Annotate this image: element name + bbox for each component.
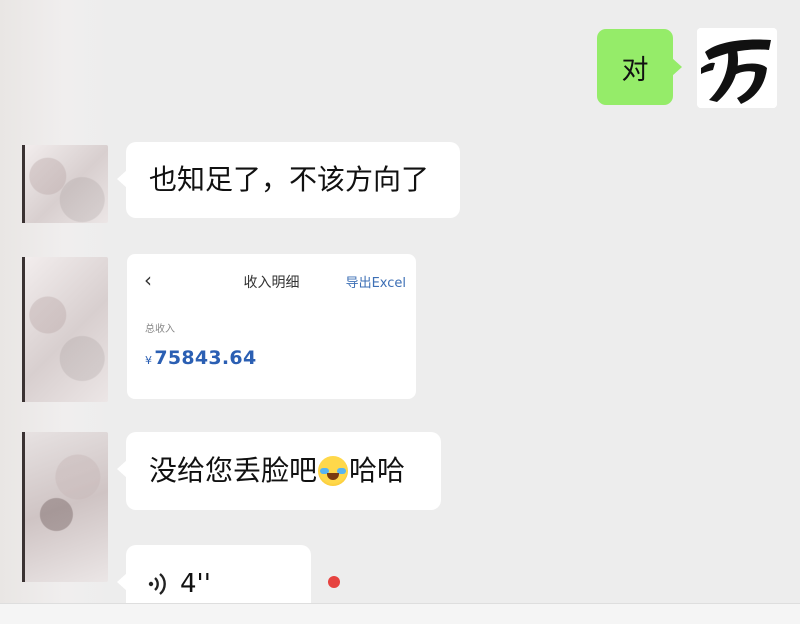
received-message-bubble[interactable]: 没给您丢脸吧 哈哈 [117,432,441,510]
sender-avatar[interactable] [22,257,108,402]
currency-symbol: ¥ [145,354,153,367]
total-income-label: 总收入 [145,324,175,335]
input-bar-edge [0,603,800,624]
message-text: 对 [621,54,649,86]
sender-avatar[interactable] [22,145,108,223]
total-income-amount: ¥75843.64 [145,347,256,369]
tears-of-joy-emoji-icon [318,456,349,486]
export-excel-link: 导出Excel [345,276,406,291]
received-message-bubble[interactable]: 也知足了，不该方向了 [117,142,460,218]
message-text: 没给您丢脸吧 [149,454,318,487]
unread-indicator [328,576,340,588]
calligraphy-avatar-image [697,28,777,108]
sender-avatar[interactable] [22,432,108,582]
voice-wave-icon [148,572,166,596]
amount-value: 75843.64 [154,347,257,369]
my-avatar[interactable] [697,28,777,108]
voice-duration: 4'' [180,569,211,599]
sent-message-bubble[interactable]: 对 [597,29,682,105]
message-text: 哈哈 [349,454,406,487]
shared-image-message[interactable]: ‹ 收入明细 导出Excel 总收入 ¥75843.64 [127,254,416,399]
chat-left-gutter [0,0,108,623]
message-text: 也知足了，不该方向了 [149,163,430,196]
